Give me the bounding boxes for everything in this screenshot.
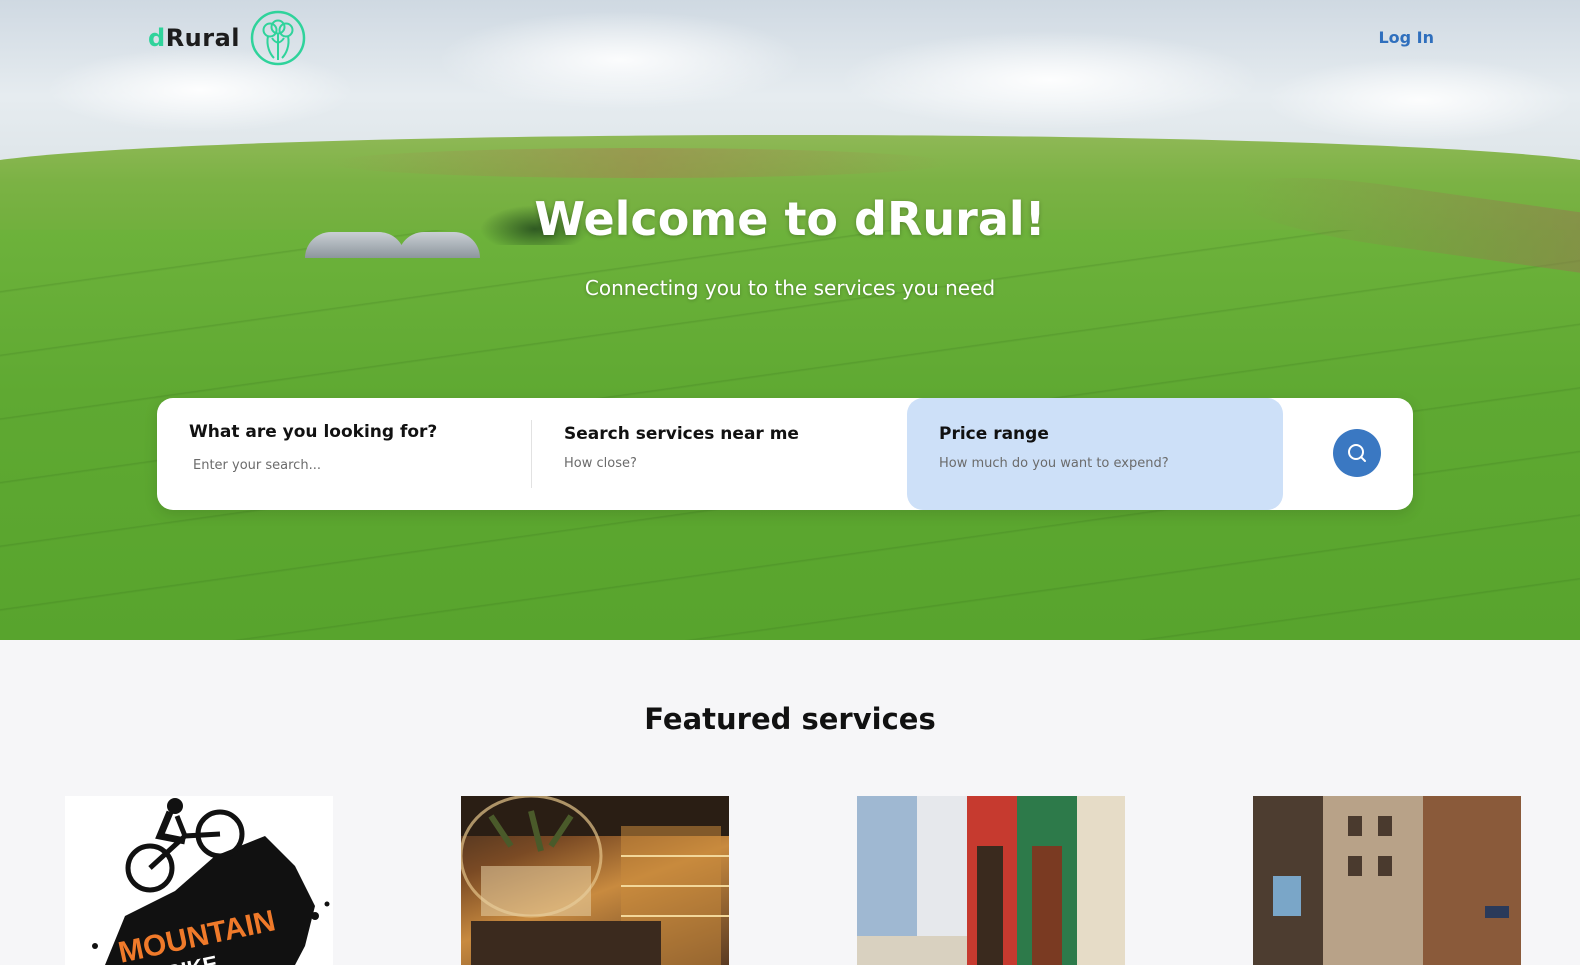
distance-hint: How close? xyxy=(564,456,637,471)
colorful-street-image xyxy=(857,796,1125,965)
search-icon xyxy=(1348,444,1366,462)
mountain-bike-logo-image: MOUNTAIN BIKE xyxy=(65,796,333,965)
search-what-section[interactable]: What are you looking for? xyxy=(157,398,532,510)
price-range-hint: How much do you want to expend? xyxy=(939,456,1169,471)
search-button[interactable] xyxy=(1333,429,1381,477)
search-input[interactable] xyxy=(189,458,497,473)
featured-card-cocktail-bar[interactable] xyxy=(461,796,729,965)
price-range-label: Price range xyxy=(939,424,1049,444)
search-what-label: What are you looking for? xyxy=(189,422,438,442)
search-near-section[interactable]: Search services near me How close? xyxy=(532,398,907,510)
featured-card-mountain-bike[interactable]: MOUNTAIN BIKE xyxy=(65,796,333,965)
hero-title: Welcome to dRural! xyxy=(534,192,1046,246)
price-range-section[interactable]: Price range How much do you want to expe… xyxy=(907,398,1283,510)
cocktail-bar-image xyxy=(461,796,729,965)
brand-logo[interactable]: dRural xyxy=(148,10,306,66)
brand-name: dRural xyxy=(148,24,241,52)
hero-subtitle: Connecting you to the services you need xyxy=(584,276,996,300)
featured-services-title: Featured services xyxy=(644,702,936,736)
hill-dirt-patch xyxy=(330,148,950,178)
featured-card-colorful-street[interactable] xyxy=(857,796,1125,965)
search-bar: What are you looking for? Search service… xyxy=(157,398,1413,510)
search-near-label: Search services near me xyxy=(564,424,799,444)
login-link[interactable]: Log In xyxy=(1378,28,1434,47)
drural-knot-logo-icon xyxy=(250,10,306,66)
hero-banner: dRural Log In Welcome to dRural! Connect… xyxy=(0,0,1580,640)
featured-card-old-town-street[interactable] xyxy=(1253,796,1521,965)
old-town-street-image xyxy=(1253,796,1521,965)
